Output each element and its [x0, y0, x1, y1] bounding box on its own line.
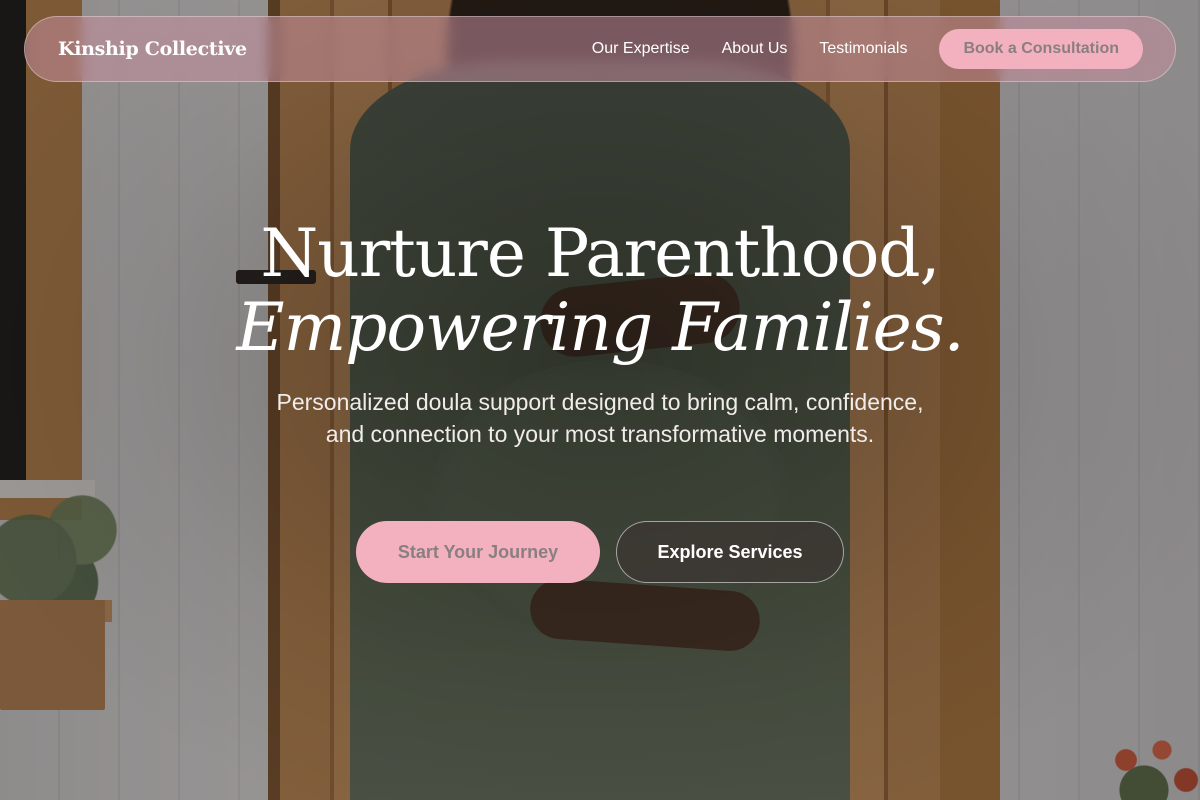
hero-title-line1: Nurture Parenthood, — [260, 215, 940, 292]
hero-section: Nurture Parenthood, Empowering Families.… — [0, 216, 1200, 450]
hero-title-line2: Empowering Families. — [236, 289, 964, 366]
hero-buttons: Start Your Journey Explore Services — [0, 521, 1200, 583]
nav-link-testimonials[interactable]: Testimonials — [819, 40, 907, 58]
nav-link-about-us[interactable]: About Us — [722, 40, 788, 58]
brand-logo[interactable]: Kinship Collective — [58, 38, 247, 60]
start-journey-button[interactable]: Start Your Journey — [356, 521, 600, 583]
hero-title: Nurture Parenthood, Empowering Families. — [0, 216, 1200, 364]
top-navbar: Kinship Collective Our Expertise About U… — [24, 16, 1176, 82]
book-consultation-button[interactable]: Book a Consultation — [939, 29, 1143, 69]
nav-links: Our Expertise About Us Testimonials Book… — [592, 29, 1143, 69]
nav-link-our-expertise[interactable]: Our Expertise — [592, 40, 690, 58]
explore-services-button[interactable]: Explore Services — [616, 521, 844, 583]
hero-subtitle: Personalized doula support designed to b… — [276, 389, 924, 447]
